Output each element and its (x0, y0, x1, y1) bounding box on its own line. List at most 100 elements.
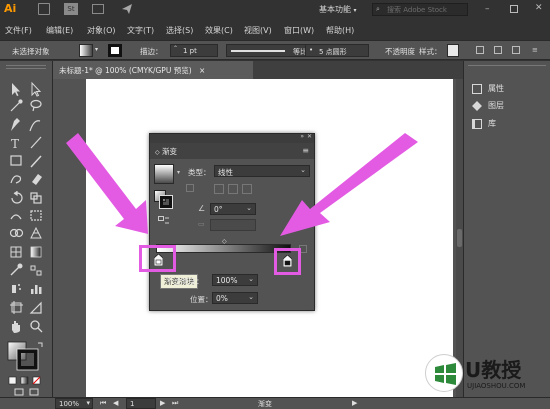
last-page-icon[interactable]: ⏭ (172, 399, 178, 408)
aspect-ratio-input[interactable] (210, 219, 256, 231)
panel-layers[interactable]: 图层 (472, 100, 504, 114)
stroke-label[interactable]: 描边： (140, 46, 163, 57)
brush-definition[interactable]: • 5 点圆形 (305, 44, 369, 57)
opacity-label: 不透明度： (166, 277, 204, 286)
chevron-down-icon[interactable]: ▾ (95, 46, 98, 53)
selection-status: 未选择对象 (12, 47, 50, 56)
zoom-select[interactable]: 100% ▾ (55, 398, 93, 409)
align-icon[interactable] (512, 46, 520, 54)
document-setup-icon[interactable] (494, 46, 502, 54)
screen-mode-button (29, 388, 39, 396)
eraser-tool (32, 174, 42, 185)
stock-button[interactable]: St (64, 3, 78, 15)
menu-row: 文件(F) 编辑(E) 对象(O) 文字(T) 选择(S) 效果(C) 视图(V… (0, 20, 550, 40)
stepper-icon[interactable]: ⌃ (173, 45, 178, 52)
next-page-icon[interactable]: ▶ (160, 399, 165, 407)
angle-icon: ∠ (198, 204, 206, 213)
reverse-gradient-icon[interactable] (158, 216, 170, 226)
menu-window[interactable]: 窗口(W) (284, 25, 314, 36)
type-select[interactable]: 线性 ⌄ (214, 165, 310, 177)
tab-gradient[interactable]: ◇ 渐变 (155, 146, 177, 157)
stroke-across-button[interactable] (242, 184, 252, 194)
vertical-scrollbar[interactable] (456, 79, 463, 397)
close-tab-icon[interactable]: × (199, 66, 205, 75)
menu-select[interactable]: 选择(S) (166, 25, 193, 36)
first-page-icon[interactable]: ⏮ (100, 399, 106, 408)
pen-tool (11, 118, 20, 131)
status-menu-icon[interactable]: ▶ (352, 399, 357, 407)
stroke-weight-input[interactable]: ⌃ 1 pt (170, 44, 218, 57)
workspace-switcher[interactable]: 基本功能 ▾ (319, 4, 357, 15)
mesh-tool (10, 246, 22, 258)
chevron-down-icon[interactable]: ▾ (177, 169, 180, 176)
scroll-thumb[interactable] (457, 229, 462, 247)
menu-edit[interactable]: 编辑(E) (46, 25, 73, 36)
search-icon: ⌕ (376, 5, 380, 13)
stock-search-input[interactable]: ⌕ 搜索 Adobe Stock (372, 3, 468, 16)
color-mode-button (8, 376, 17, 385)
fill-stroke-indicator[interactable] (154, 190, 173, 209)
angle-input[interactable]: 0° ⌄ (210, 203, 256, 215)
location-input[interactable]: 0% ⌄ (212, 292, 258, 304)
swap-colors-icon (38, 342, 43, 347)
gradient-thumbnail[interactable] (154, 164, 174, 184)
rectangle-tool (10, 155, 22, 166)
panel-libraries[interactable]: 库 (472, 118, 496, 132)
maximize-button[interactable] (510, 5, 518, 13)
location-label: 位置： (190, 295, 213, 304)
panel-properties[interactable]: 属性 (472, 83, 504, 97)
gradient-stop-left[interactable] (153, 253, 164, 267)
lasso-tool (30, 99, 42, 112)
menu-help[interactable]: 帮助(H) (326, 25, 354, 36)
prev-page-icon[interactable]: ◀ (113, 399, 118, 407)
gradient-mode-button (20, 376, 29, 385)
eyedropper-tool (10, 263, 23, 276)
document-tab[interactable]: 未标题-1* @ 100% (CMYK/GPU 预览) × (53, 61, 253, 79)
menu-effect[interactable]: 效果(C) (205, 25, 233, 36)
close-window-button[interactable]: ✕ (535, 3, 545, 13)
watermark-site: UJIAOSHOU.COM (467, 382, 526, 390)
fill-swatch[interactable] (79, 44, 93, 57)
drawing-modes-button (14, 388, 24, 396)
watermark-logo (425, 354, 463, 392)
menu-object[interactable]: 对象(O) (87, 25, 116, 36)
gradient-stop-right[interactable] (282, 254, 293, 268)
watermark-brand: U教授 (465, 358, 522, 382)
page-number-input[interactable]: 1 (126, 398, 156, 409)
slice-tool (29, 301, 42, 314)
collapse-icon[interactable]: » (300, 133, 304, 140)
free-transform-tool (30, 210, 42, 221)
symbol-sprayer-tool (12, 284, 21, 293)
hand-tool (12, 321, 20, 333)
panel-menu-icon[interactable] (476, 46, 484, 54)
menu-view[interactable]: 视图(V) (244, 25, 272, 36)
right-panel-dock: 属性 图层 库 (463, 61, 550, 397)
more-icon[interactable]: ≡ (532, 46, 542, 54)
stroke-within-button[interactable] (214, 184, 224, 194)
libraries-icon (472, 118, 482, 129)
minimize-button[interactable]: – (485, 4, 495, 14)
send-icon[interactable] (121, 3, 133, 15)
style-label: 样式： (419, 47, 442, 56)
type-label: 类型： (188, 168, 211, 177)
arrange-documents-button[interactable] (92, 4, 104, 14)
width-tool (10, 214, 22, 220)
blend-tool (30, 265, 42, 276)
stroke-swatch[interactable] (108, 44, 122, 57)
panel-menu-icon[interactable]: ≡ (302, 146, 309, 155)
artboard-tool (10, 301, 23, 314)
opacity-label[interactable]: 不透明度 (385, 46, 415, 57)
dock-grip (468, 65, 546, 68)
svg-text:T: T (11, 137, 19, 151)
current-tool-status: 渐变 (258, 400, 272, 408)
gradient-slider[interactable] (156, 244, 291, 253)
opacity-input[interactable]: 100% ⌄ (212, 274, 258, 286)
bridge-button[interactable] (38, 3, 50, 15)
shape-builder-tool (9, 228, 24, 238)
menu-file[interactable]: 文件(F) (5, 25, 32, 36)
style-swatch[interactable] (447, 44, 459, 57)
stroke-along-button[interactable] (228, 184, 238, 194)
menu-type[interactable]: 文字(T) (127, 25, 154, 36)
panel-header[interactable]: » ✕ (150, 133, 314, 143)
close-panel-icon[interactable]: ✕ (307, 133, 312, 140)
